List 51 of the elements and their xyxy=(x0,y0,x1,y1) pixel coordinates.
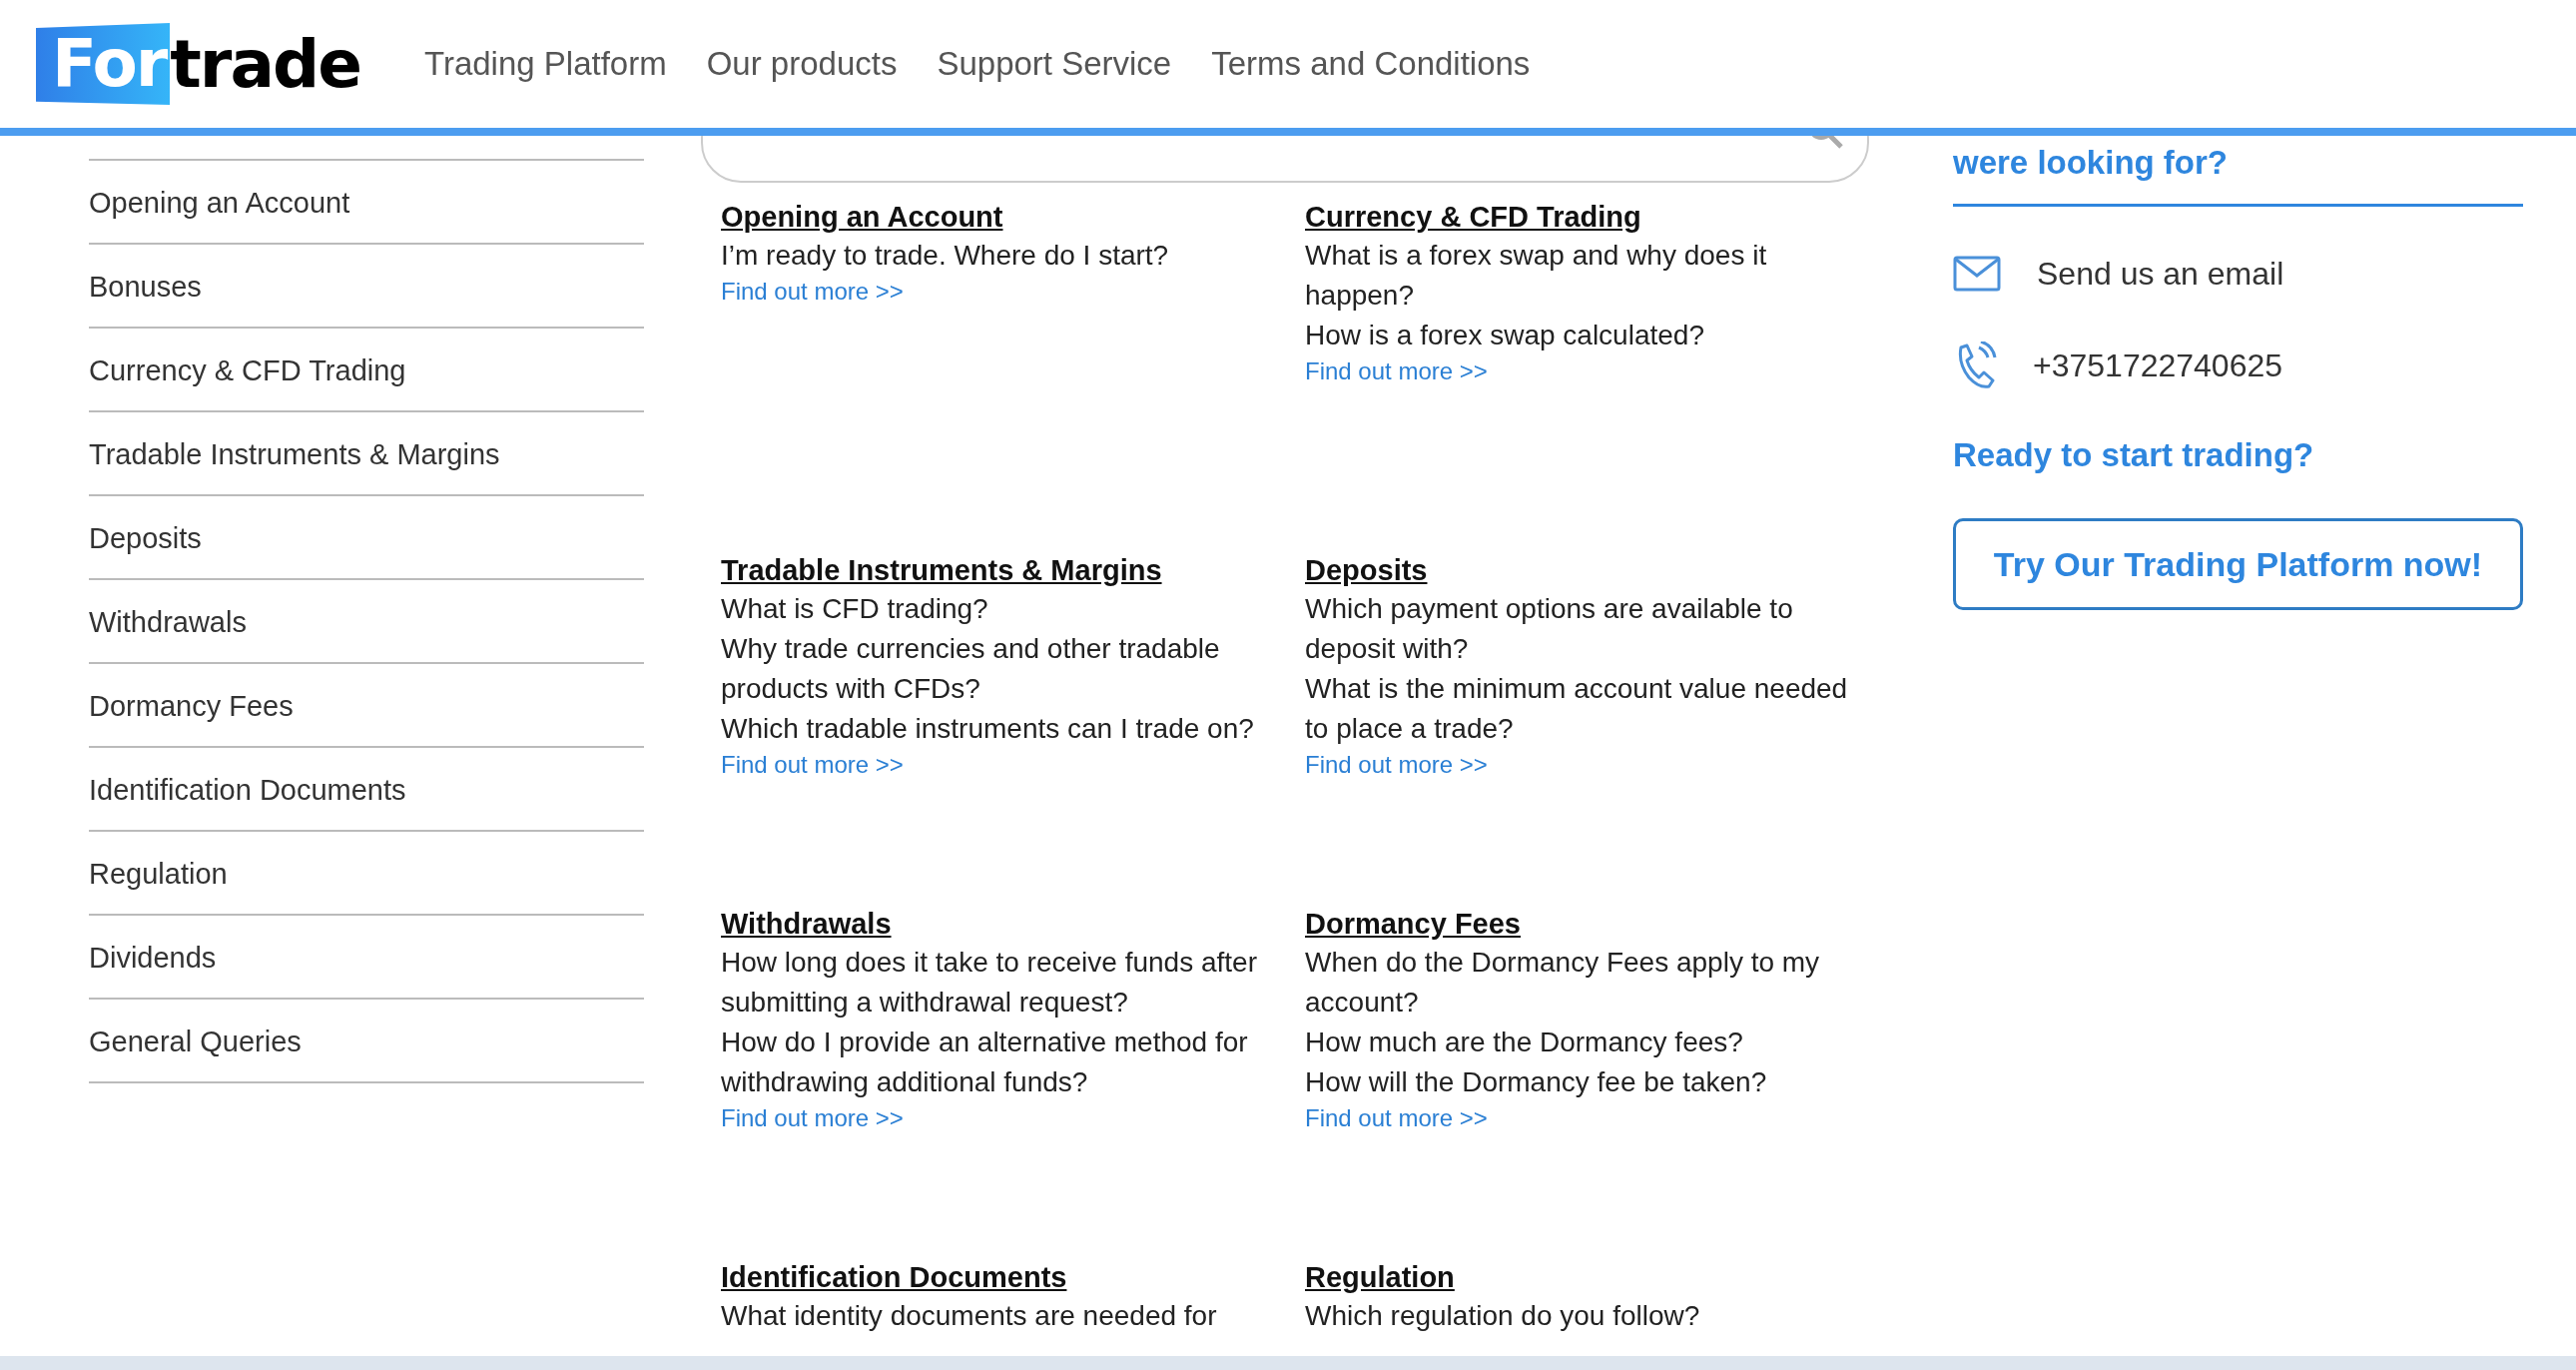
question-text: When do the Dormancy Fees apply to my account? xyxy=(1305,946,1821,1020)
nav-link[interactable]: Trading Platform xyxy=(423,45,667,83)
sidebar-item[interactable]: Tradable Instruments & Margins xyxy=(89,410,644,494)
question-text: What is CFD trading? xyxy=(721,592,988,626)
sidebar-item[interactable]: Deposits xyxy=(89,494,644,578)
sidebar-item[interactable]: Withdrawals xyxy=(89,578,644,662)
envelope-icon xyxy=(1953,256,2001,292)
email-link[interactable]: Send us an email xyxy=(2037,255,2284,293)
sidebar-item[interactable]: Dividends xyxy=(89,914,644,998)
section-title-link[interactable]: Dormancy Fees xyxy=(1305,908,1521,941)
question-text: How much are the Dormancy fees? xyxy=(1305,1026,1743,1059)
section-title-link[interactable]: Opening an Account xyxy=(721,201,1003,234)
sidebar-item[interactable]: General Queries xyxy=(89,998,644,1083)
sidebar-item[interactable]: Currency & CFD Trading xyxy=(89,327,644,410)
nav-link[interactable]: Support Service xyxy=(937,45,1172,83)
section-title-link[interactable]: Deposits xyxy=(1305,554,1428,587)
question-text: Which payment options are available to deposit with? xyxy=(1305,592,1794,666)
question-text: How do I provide an alternative method for withdrawing additional funds? xyxy=(721,1026,1249,1099)
find-out-more-link[interactable]: Find out more >> xyxy=(1305,1104,1488,1132)
phone-number: +3751722740625 xyxy=(2033,346,2283,384)
question-text: Which regulation do you follow? xyxy=(1305,1299,1700,1333)
try-platform-button[interactable]: Try Our Trading Platform now! xyxy=(1953,518,2523,610)
sidebar-item[interactable]: Bonuses xyxy=(89,243,644,327)
nav-link[interactable]: Terms and Conditions xyxy=(1211,45,1531,83)
find-out-more-link[interactable]: Find out more >> xyxy=(721,751,904,779)
question-text: What is the minimum account value needed to place a trade? xyxy=(1305,672,1849,746)
section-title-link[interactable]: Regulation xyxy=(1305,1261,1455,1294)
question-text: What is a forex swap and why does it happen? xyxy=(1305,239,1768,313)
section-title-link[interactable]: Withdrawals xyxy=(721,908,892,941)
nav-link[interactable]: Our products xyxy=(706,45,898,83)
question-text: What identity documents are needed for xyxy=(721,1299,1217,1333)
find-out-more-link[interactable]: Find out more >> xyxy=(1305,357,1488,385)
section-title-link[interactable]: Identification Documents xyxy=(721,1261,1067,1294)
find-out-more-link[interactable]: Find out more >> xyxy=(1305,751,1488,779)
question-text: Why trade currencies and other tradable products with CFDs? xyxy=(721,632,1221,706)
contact-heading: were looking for? xyxy=(1953,136,2523,207)
logo[interactable]: Fortrade xyxy=(36,24,360,104)
question-text: How will the Dormancy fee be taken? xyxy=(1305,1065,1767,1099)
question-text: I’m ready to trade. Where do I start? xyxy=(721,239,1169,273)
sidebar-item[interactable]: Regulation xyxy=(89,830,644,914)
section-title-link[interactable]: Tradable Instruments & Margins xyxy=(721,554,1162,587)
cta-heading: Ready to start trading? xyxy=(1953,436,2315,474)
find-out-more-link[interactable]: Find out more >> xyxy=(721,278,904,306)
sidebar-item[interactable]: Identification Documents xyxy=(89,746,644,830)
sidebar-item[interactable]: Opening an Account xyxy=(89,159,644,243)
question-text: How long does it take to receive funds after submitting a withdrawal request? xyxy=(721,946,1258,1020)
question-text: How is a forex swap calculated? xyxy=(1305,319,1704,352)
question-text: Which tradable instruments can I trade on? xyxy=(721,712,1254,746)
sidebar-item[interactable]: Dormancy Fees xyxy=(89,662,644,746)
section-title-link[interactable]: Currency & CFD Trading xyxy=(1305,201,1641,234)
find-out-more-link[interactable]: Find out more >> xyxy=(721,1104,904,1132)
